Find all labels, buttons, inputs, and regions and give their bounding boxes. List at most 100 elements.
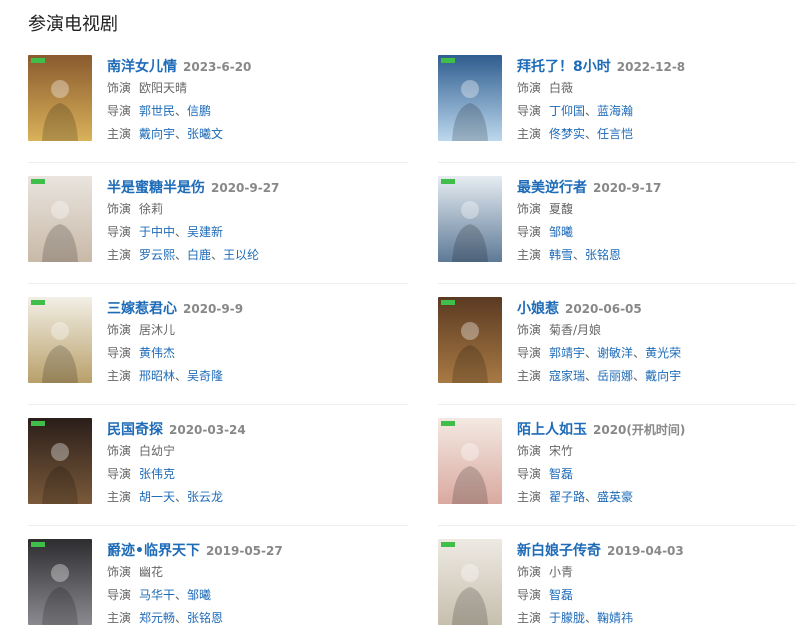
cast-row: 主演 韩雪、张铭恩 bbox=[517, 244, 796, 267]
cast-link[interactable]: 韩雪 bbox=[549, 248, 573, 262]
cast-link[interactable]: 罗云熙 bbox=[139, 248, 175, 262]
drama-title-link[interactable]: 陌上人如玉 bbox=[517, 422, 587, 438]
role-label: 饰演 bbox=[107, 444, 132, 458]
director-row: 导演 于中中、吴建新 bbox=[107, 221, 387, 244]
director-link[interactable]: 信鹏 bbox=[187, 104, 211, 118]
cast-label: 主演 bbox=[107, 611, 132, 625]
role-name: 小青 bbox=[549, 565, 574, 579]
cast-link[interactable]: 白鹿 bbox=[187, 248, 211, 262]
role-row: 饰演 徐莉 bbox=[107, 198, 387, 221]
role-name: 宋竹 bbox=[549, 444, 574, 458]
cast-link[interactable]: 鞠婧祎 bbox=[597, 611, 633, 625]
director-link[interactable]: 郭世民 bbox=[139, 104, 175, 118]
poster-image[interactable] bbox=[438, 55, 502, 141]
release-date: 2020(开机时间) bbox=[593, 423, 686, 437]
drama-info: 三嫁惹君心 2020-9-9 饰演 居沐儿 导演 黄伟杰 主演 邢昭林、吴奇隆 bbox=[107, 297, 387, 388]
director-label: 导演 bbox=[517, 588, 542, 602]
cast-label: 主演 bbox=[517, 248, 542, 262]
cast-row: 主演 邢昭林、吴奇隆 bbox=[107, 365, 387, 388]
cast-label: 主演 bbox=[517, 611, 542, 625]
cast-link[interactable]: 翟子路 bbox=[549, 490, 585, 504]
role-row: 饰演 幽花 bbox=[107, 561, 387, 584]
title-row: 三嫁惹君心 2020-9-9 bbox=[107, 297, 387, 319]
director-label: 导演 bbox=[517, 467, 542, 481]
director-link[interactable]: 黄伟杰 bbox=[139, 346, 175, 360]
name-separator: 、 bbox=[175, 490, 188, 504]
drama-title-link[interactable]: 半是蜜糖半是伤 bbox=[107, 180, 205, 196]
poster-image[interactable] bbox=[28, 55, 92, 141]
role-label: 饰演 bbox=[107, 565, 132, 579]
cast-link[interactable]: 郑元畅 bbox=[139, 611, 175, 625]
cast-link[interactable]: 戴向宇 bbox=[139, 127, 175, 141]
role-row: 饰演 菊香/月娘 bbox=[517, 319, 796, 342]
director-link[interactable]: 智磊 bbox=[549, 467, 573, 481]
cast-link[interactable]: 邢昭林 bbox=[139, 369, 175, 383]
role-label: 饰演 bbox=[517, 81, 542, 95]
cast-link[interactable]: 盛英豪 bbox=[597, 490, 633, 504]
role-label: 饰演 bbox=[107, 323, 132, 337]
name-separator: 、 bbox=[175, 611, 188, 625]
cast-link[interactable]: 佟梦实 bbox=[549, 127, 585, 141]
name-separator: 、 bbox=[175, 225, 188, 239]
poster-image[interactable] bbox=[28, 297, 92, 383]
poster-image[interactable] bbox=[438, 539, 502, 625]
cast-link[interactable]: 张云龙 bbox=[187, 490, 223, 504]
cast-link[interactable]: 于朦胧 bbox=[549, 611, 585, 625]
poster-image[interactable] bbox=[28, 176, 92, 262]
poster-image[interactable] bbox=[28, 539, 92, 625]
cast-link[interactable]: 寇家瑞 bbox=[549, 369, 585, 383]
director-link[interactable]: 邹曦 bbox=[549, 225, 573, 239]
drama-title-link[interactable]: 爵迹•临界天下 bbox=[107, 543, 200, 559]
director-label: 导演 bbox=[107, 104, 132, 118]
drama-title-link[interactable]: 最美逆行者 bbox=[517, 180, 587, 196]
director-link[interactable]: 邹曦 bbox=[187, 588, 211, 602]
director-row: 导演 丁仰国、蓝海瀚 bbox=[517, 100, 796, 123]
director-link[interactable]: 黄光荣 bbox=[645, 346, 681, 360]
cast-link[interactable]: 胡一天 bbox=[139, 490, 175, 504]
cast-link[interactable]: 戴向宇 bbox=[645, 369, 681, 383]
cast-label: 主演 bbox=[107, 369, 132, 383]
drama-title-link[interactable]: 新白娘子传奇 bbox=[517, 543, 601, 559]
poster-image[interactable] bbox=[28, 418, 92, 504]
director-link[interactable]: 张伟克 bbox=[139, 467, 175, 481]
cast-row: 主演 胡一天、张云龙 bbox=[107, 486, 387, 509]
cast-link[interactable]: 吴奇隆 bbox=[187, 369, 223, 383]
director-row: 导演 张伟克 bbox=[107, 463, 387, 486]
director-row: 导演 马华干、邹曦 bbox=[107, 584, 387, 607]
cast-row: 主演 于朦胧、鞠婧祎 bbox=[517, 607, 796, 630]
director-link[interactable]: 蓝海瀚 bbox=[597, 104, 633, 118]
poster-image[interactable] bbox=[438, 176, 502, 262]
director-link[interactable]: 丁仰国 bbox=[549, 104, 585, 118]
drama-title-link[interactable]: 拜托了！8小时 bbox=[517, 59, 611, 75]
director-link[interactable]: 吴建新 bbox=[187, 225, 223, 239]
drama-title-link[interactable]: 三嫁惹君心 bbox=[107, 301, 177, 317]
drama-item: 民国奇探 2020-03-24 饰演 白幼宁 导演 张伟克 主演 胡一天、张云龙 bbox=[28, 418, 388, 508]
director-link[interactable]: 马华干 bbox=[139, 588, 175, 602]
drama-item: 爵迹•临界天下 2019-05-27 饰演 幽花 导演 马华干、邹曦 主演 郑元畅、张铭恩 bbox=[28, 539, 388, 629]
section-title: 参演电视剧 bbox=[28, 14, 118, 35]
cast-link[interactable]: 任言恺 bbox=[597, 127, 633, 141]
role-name: 白薇 bbox=[549, 81, 574, 95]
cast-link[interactable]: 张铭恩 bbox=[585, 248, 621, 262]
cast-link[interactable]: 张铭恩 bbox=[187, 611, 223, 625]
drama-title-link[interactable]: 民国奇探 bbox=[107, 422, 163, 438]
title-row: 新白娘子传奇 2019-04-03 bbox=[517, 539, 796, 561]
cast-row: 主演 戴向宇、张曦文 bbox=[107, 123, 387, 146]
director-link[interactable]: 智磊 bbox=[549, 588, 573, 602]
role-row: 饰演 白薇 bbox=[517, 77, 796, 100]
director-link[interactable]: 郭靖宇 bbox=[549, 346, 585, 360]
cast-link[interactable]: 王以纶 bbox=[223, 248, 259, 262]
title-row: 最美逆行者 2020-9-17 bbox=[517, 176, 796, 198]
drama-item: 三嫁惹君心 2020-9-9 饰演 居沐儿 导演 黄伟杰 主演 邢昭林、吴奇隆 bbox=[28, 297, 388, 387]
director-link[interactable]: 谢敏洋 bbox=[597, 346, 633, 360]
role-label: 饰演 bbox=[517, 202, 542, 216]
poster-image[interactable] bbox=[438, 418, 502, 504]
poster-image[interactable] bbox=[438, 297, 502, 383]
name-separator: 、 bbox=[585, 346, 598, 360]
drama-title-link[interactable]: 小娘惹 bbox=[517, 301, 559, 317]
director-link[interactable]: 于中中 bbox=[139, 225, 175, 239]
cast-link[interactable]: 岳丽娜 bbox=[597, 369, 633, 383]
cast-link[interactable]: 张曦文 bbox=[187, 127, 223, 141]
name-separator: 、 bbox=[175, 104, 188, 118]
drama-title-link[interactable]: 南洋女儿情 bbox=[107, 59, 177, 75]
